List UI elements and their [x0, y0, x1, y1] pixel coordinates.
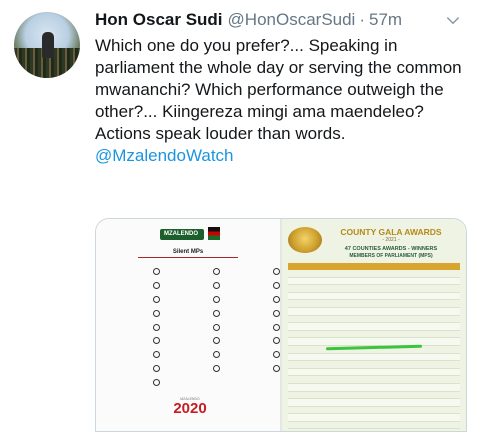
tweet-timestamp[interactable]: 57m: [369, 10, 402, 30]
avatar[interactable]: [14, 12, 80, 78]
chevron-down-icon[interactable]: [444, 12, 462, 30]
mp-column-3: [222, 265, 280, 375]
author-handle[interactable]: @HonOscarSudi: [228, 10, 356, 30]
tweet-text-question: Which one do you prefer?... Speaking in …: [95, 36, 462, 121]
title-underline: [138, 257, 238, 258]
mp-column-2: [162, 265, 220, 375]
mention-link[interactable]: @MzalendoWatch: [95, 146, 234, 165]
media-image-silent-mps[interactable]: MZALENDO Silent MPs MZALENDO 2020: [96, 219, 282, 431]
tweet-text: Which one do you prefer?... Speaking in …: [95, 35, 467, 167]
media-image-county-gala-awards[interactable]: COUNTY GALA AWARDS - 2021 - 47 COUNTIES …: [282, 219, 466, 431]
silent-mps-footer: MZALENDO 2020: [160, 397, 220, 417]
silent-mps-title: Silent MPs: [172, 249, 204, 255]
awards-logo: [288, 227, 322, 253]
footer-year: 2020: [173, 400, 207, 417]
mp-column-1: [102, 265, 160, 389]
tweet-text-closing: Actions speak louder than words.: [95, 124, 346, 143]
avatar-person: [42, 32, 54, 58]
header-separator: ·: [359, 10, 366, 29]
tweet-media[interactable]: MZALENDO Silent MPs MZALENDO 2020 COUNTY…: [95, 218, 467, 432]
awards-title: COUNTY GALA AWARDS: [340, 227, 442, 237]
tweet-header: Hon Oscar Sudi @HonOscarSudi · 57m: [95, 10, 402, 32]
awards-year: - 2021 -: [382, 237, 400, 243]
awards-banner: 47 COUNTIES AWARDS - WINNERS: [344, 246, 438, 252]
mzalendo-logo: MZALENDO: [160, 229, 204, 240]
awards-subtitle: MEMBERS OF PARLIAMENT (MPS): [349, 253, 433, 259]
tweet[interactable]: Hon Oscar Sudi @HonOscarSudi · 57m Which…: [0, 0, 480, 432]
kenya-flag-icon: [208, 227, 220, 240]
author-name[interactable]: Hon Oscar Sudi: [95, 10, 223, 30]
